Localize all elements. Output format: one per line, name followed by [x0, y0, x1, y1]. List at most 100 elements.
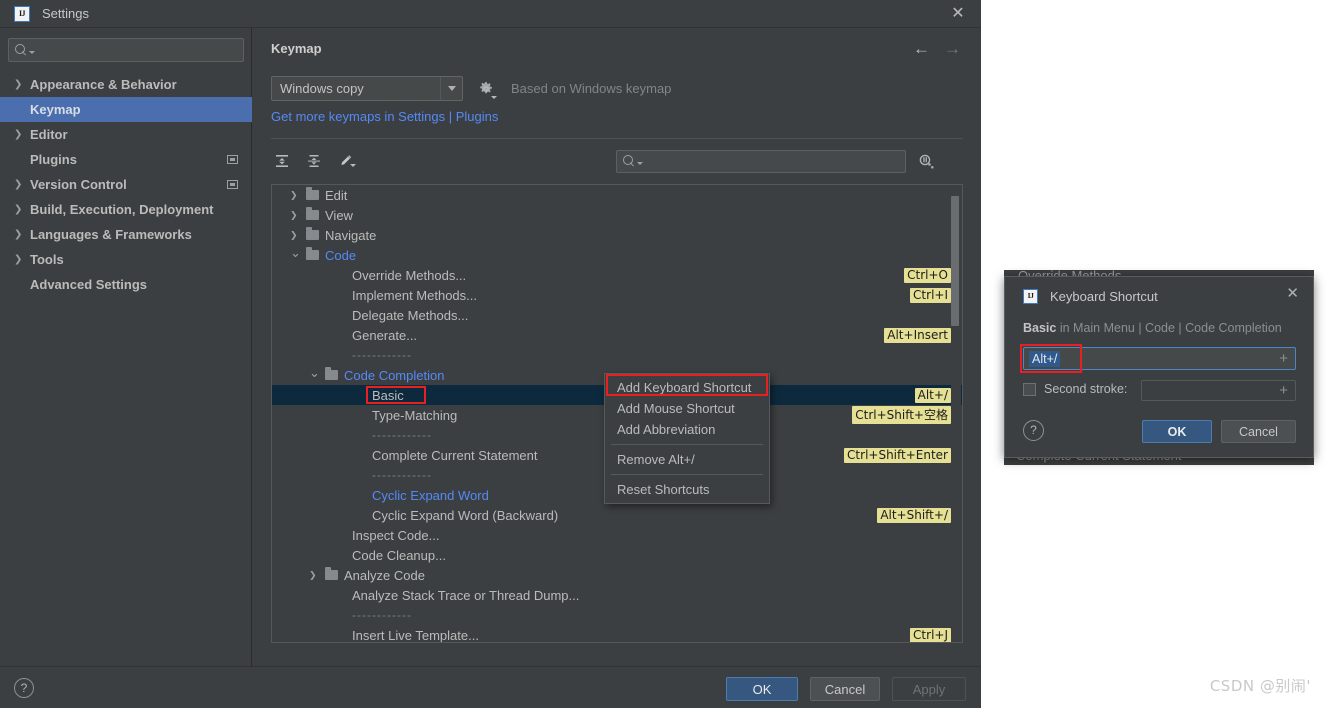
help-button[interactable]: ? [14, 678, 34, 698]
context-menu-item[interactable]: Add Abbreviation [605, 419, 769, 440]
chevron-right-icon[interactable]: ❯ [290, 210, 298, 220]
tree-scrollbar-track[interactable] [951, 186, 961, 642]
chevron-down-icon[interactable]: ⌄ [309, 366, 320, 379]
sidebar-item-plugins[interactable]: ❯ Plugins [0, 147, 252, 172]
back-arrow-icon[interactable]: ← [913, 40, 930, 57]
edit-pencil-icon[interactable] [335, 150, 357, 172]
tree-row[interactable]: ⌄ Code [272, 245, 962, 265]
chevron-down-icon [29, 50, 35, 54]
tree-scrollbar-thumb[interactable] [951, 196, 959, 326]
sidebar-item-keymap[interactable]: ❯ Keymap [0, 97, 252, 122]
tree-separator: ------------ [272, 345, 962, 365]
apply-button: Apply [892, 677, 966, 701]
screenshot-root: IJ Settings ✕ ❯ Appearance & Behavior ❯ … [0, 0, 1326, 708]
keymap-selector-row: Windows copy Based on Windows keymap [271, 76, 671, 101]
tree-row[interactable]: Insert Live Template... Ctrl+J [272, 625, 962, 643]
window-title: Settings [42, 6, 89, 21]
shortcut-badge: Alt+Insert [884, 327, 951, 343]
sidebar-item-tools[interactable]: ❯ Tools [0, 247, 252, 272]
tree-row[interactable]: Override Methods... Ctrl+O [272, 265, 962, 285]
ok-button[interactable]: OK [1142, 420, 1212, 443]
based-on-label: Based on Windows keymap [511, 81, 672, 96]
sidebar-item-build-execution-deployment[interactable]: ❯ Build, Execution, Deployment [0, 197, 252, 222]
tree-row[interactable]: Inspect Code... [272, 525, 962, 545]
context-menu-item[interactable]: Add Mouse Shortcut [605, 398, 769, 419]
tree-row[interactable]: Delegate Methods... [272, 305, 962, 325]
menu-separator [611, 474, 763, 475]
keymap-select[interactable]: Windows copy [271, 76, 463, 101]
chevron-down-icon[interactable] [440, 77, 462, 100]
chevron-right-icon: ❯ [14, 78, 23, 90]
sidebar-item-label: Appearance & Behavior [30, 77, 177, 92]
sidebar-item-advanced-settings[interactable]: ❯ Advanced Settings [0, 272, 252, 297]
tree-row[interactable]: ❯ View [272, 205, 962, 225]
folder-icon [306, 247, 319, 260]
shortcut-badge: Alt+/ [914, 387, 951, 403]
tree-row[interactable]: Generate... Alt+Insert [272, 325, 962, 345]
tree-row[interactable]: Cyclic Expand Word (Backward) Alt+Shift+/ [272, 505, 962, 525]
sidebar-item-appearance-behavior[interactable]: ❯ Appearance & Behavior [0, 72, 252, 97]
chevron-right-icon[interactable]: ❯ [290, 230, 298, 240]
second-stroke-checkbox[interactable] [1023, 382, 1036, 396]
tree-row-label: Code Cleanup... [352, 547, 446, 563]
first-stroke-highlight [1020, 344, 1082, 373]
chevron-down-icon[interactable]: ⌄ [290, 246, 301, 259]
intellij-logo-icon: IJ [1023, 288, 1038, 304]
context-menu-item[interactable]: Remove Alt+/ [605, 449, 769, 470]
forward-arrow-icon[interactable]: → [944, 40, 961, 57]
plus-icon[interactable]: + [1279, 351, 1288, 366]
get-more-keymaps-link[interactable]: Get more keymaps in Settings | Plugins [271, 109, 498, 124]
gear-icon[interactable] [478, 81, 497, 99]
expand-all-icon[interactable] [271, 150, 293, 172]
keymap-search-input[interactable] [616, 150, 906, 173]
chevron-down-icon [637, 162, 643, 165]
collapse-all-icon[interactable] [303, 150, 325, 172]
find-by-shortcut-icon[interactable] [917, 152, 936, 171]
plugin-marker-icon [227, 180, 238, 189]
sidebar-item-label: Version Control [30, 177, 127, 192]
tree-row[interactable]: ❯ Navigate [272, 225, 962, 245]
tree-row[interactable]: ❯ Analyze Code [272, 565, 962, 585]
tree-row[interactable]: Analyze Stack Trace or Thread Dump... [272, 585, 962, 605]
settings-sidebar: ❯ Appearance & Behavior ❯ Keymap ❯ Edito… [0, 28, 252, 666]
shortcut-badge: Alt+Shift+/ [877, 507, 951, 523]
chevron-right-icon[interactable]: ❯ [309, 570, 317, 580]
keyboard-shortcut-dialog-titlebar: IJ Keyboard Shortcut [1005, 285, 1313, 307]
tree-row-label: Analyze Stack Trace or Thread Dump... [352, 587, 580, 603]
tree-row-label: Edit [325, 187, 348, 203]
panel-divider [271, 138, 963, 139]
tree-row[interactable]: Implement Methods... Ctrl+I [272, 285, 962, 305]
close-icon[interactable]: ✕ [1286, 286, 1299, 301]
sidebar-item-label: Editor [30, 127, 68, 142]
tree-row-label: Insert Live Template... [352, 627, 479, 643]
ok-button[interactable]: OK [726, 677, 798, 701]
chevron-right-icon: ❯ [14, 203, 23, 215]
separator-dashes: ------------ [352, 608, 412, 622]
tree-separator: ------------ [272, 605, 962, 625]
context-menu-item[interactable]: Add Keyboard Shortcut [605, 377, 769, 398]
chevron-right-icon[interactable]: ❯ [290, 190, 298, 200]
intellij-logo-icon: IJ [14, 5, 30, 22]
help-button[interactable]: ? [1023, 420, 1044, 441]
chevron-right-icon: ❯ [14, 178, 23, 190]
sidebar-search-input[interactable] [8, 38, 244, 62]
close-icon[interactable]: ✕ [949, 5, 967, 23]
sidebar-item-editor[interactable]: ❯ Editor [0, 122, 252, 147]
cancel-button[interactable]: Cancel [1221, 420, 1296, 443]
tree-row-label: Override Methods... [352, 267, 467, 283]
keymap-context-menu: Add Keyboard Shortcut Add Mouse Shortcut A… [604, 373, 770, 504]
cancel-button[interactable]: Cancel [810, 677, 880, 701]
sidebar-item-label: Languages & Frameworks [30, 227, 192, 242]
folder-icon [325, 567, 338, 580]
tree-row[interactable]: ❯ Edit [272, 185, 962, 205]
shortcut-badge: Ctrl+Shift+空格 [852, 406, 951, 424]
sidebar-item-languages-frameworks[interactable]: ❯ Languages & Frameworks [0, 222, 252, 247]
tree-row[interactable]: Code Cleanup... [272, 545, 962, 565]
tree-row-label: Navigate [325, 227, 377, 243]
sidebar-item-version-control[interactable]: ❯ Version Control [0, 172, 252, 197]
context-menu-item[interactable]: Reset Shortcuts [605, 479, 769, 500]
folder-icon [306, 207, 319, 220]
tree-row-label: Generate... [352, 327, 418, 343]
sidebar-item-label: Plugins [30, 152, 77, 167]
tree-row-label: Code [325, 247, 357, 263]
